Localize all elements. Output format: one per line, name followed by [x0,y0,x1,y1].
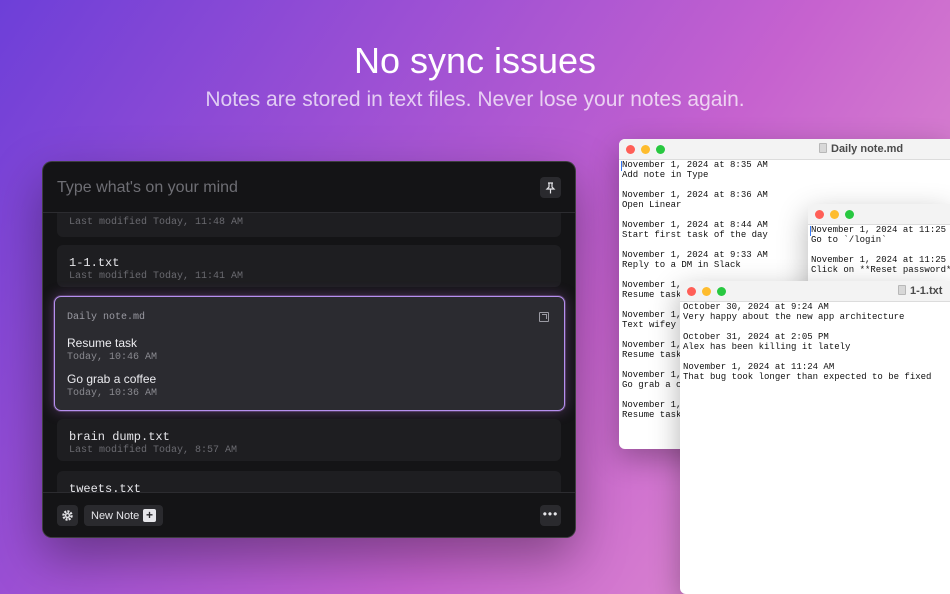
window-text[interactable]: October 30, 2024 at 9:24 AM Very happy a… [683,302,950,382]
note-meta: Last modified Today, 11:41 AM [69,271,244,282]
minimize-window-button[interactable] [641,145,650,154]
more-button[interactable]: ••• [540,505,561,526]
hero-title: No sync issues [353,40,597,81]
document-icon [898,285,906,295]
active-note-file: Daily note.md [67,312,146,323]
ellipsis-icon: ••• [542,507,559,521]
window-titlebar: Daily note.md [619,139,950,160]
document-icon [819,143,827,153]
new-note-label: New Note [91,509,140,522]
window-title: Daily note.md [819,143,903,155]
new-note-button[interactable]: New Note + [84,505,163,526]
note-input[interactable] [57,176,497,200]
entry-title: Go grab a coffee [67,372,157,386]
entry-time: Today, 10:46 AM [67,352,158,363]
pin-icon [545,181,556,193]
entry-title: Resume task [67,336,138,350]
minimize-window-button[interactable] [702,287,711,296]
active-note-card[interactable]: Daily note.md Resume task Today, 10:46 A… [54,296,565,411]
one-on-one-window: 1-1.txt October 30, 2024 at 9:24 AM Very… [680,281,950,594]
close-window-button[interactable] [687,287,696,296]
list-item[interactable]: tweets.txt [57,471,561,494]
note-name: 1-1.txt [69,256,120,270]
window-title: 1-1.txt [898,285,942,297]
zoom-window-button[interactable] [656,145,665,154]
notes-app-panel: Last modified Today, 11:48 AM 1-1.txt La… [42,161,576,538]
gear-icon [62,510,73,521]
list-item[interactable]: brain dump.txt Last modified Today, 8:57… [57,419,561,461]
close-window-button[interactable] [626,145,635,154]
minimize-window-button[interactable] [830,210,839,219]
app-footer: New Note + ••• [43,492,575,537]
hero-subtitle: Notes are stored in text files. Never lo… [205,88,745,111]
open-external-icon[interactable] [539,312,549,322]
pin-button[interactable] [540,177,561,198]
entry-time: Today, 10:36 AM [67,388,158,399]
list-item[interactable]: 1-1.txt Last modified Today, 11:41 AM [57,245,561,287]
plus-icon: + [143,509,156,522]
notes-list: Last modified Today, 11:48 AM 1-1.txt La… [43,213,575,494]
window-text[interactable]: November 1, 2024 at 11:25 AM Go to `/log… [811,225,950,275]
note-meta: Last modified Today, 8:57 AM [69,445,238,456]
note-meta: Last modified Today, 11:48 AM [69,217,244,228]
window-titlebar: 1-1.txt [680,281,950,302]
zoom-window-button[interactable] [717,287,726,296]
settings-button[interactable] [57,505,78,526]
close-window-button[interactable] [815,210,824,219]
zoom-window-button[interactable] [845,210,854,219]
note-name: brain dump.txt [69,430,170,444]
window-titlebar [808,204,950,225]
list-item[interactable]: Last modified Today, 11:48 AM [57,213,561,237]
quick-input-bar [43,162,575,213]
